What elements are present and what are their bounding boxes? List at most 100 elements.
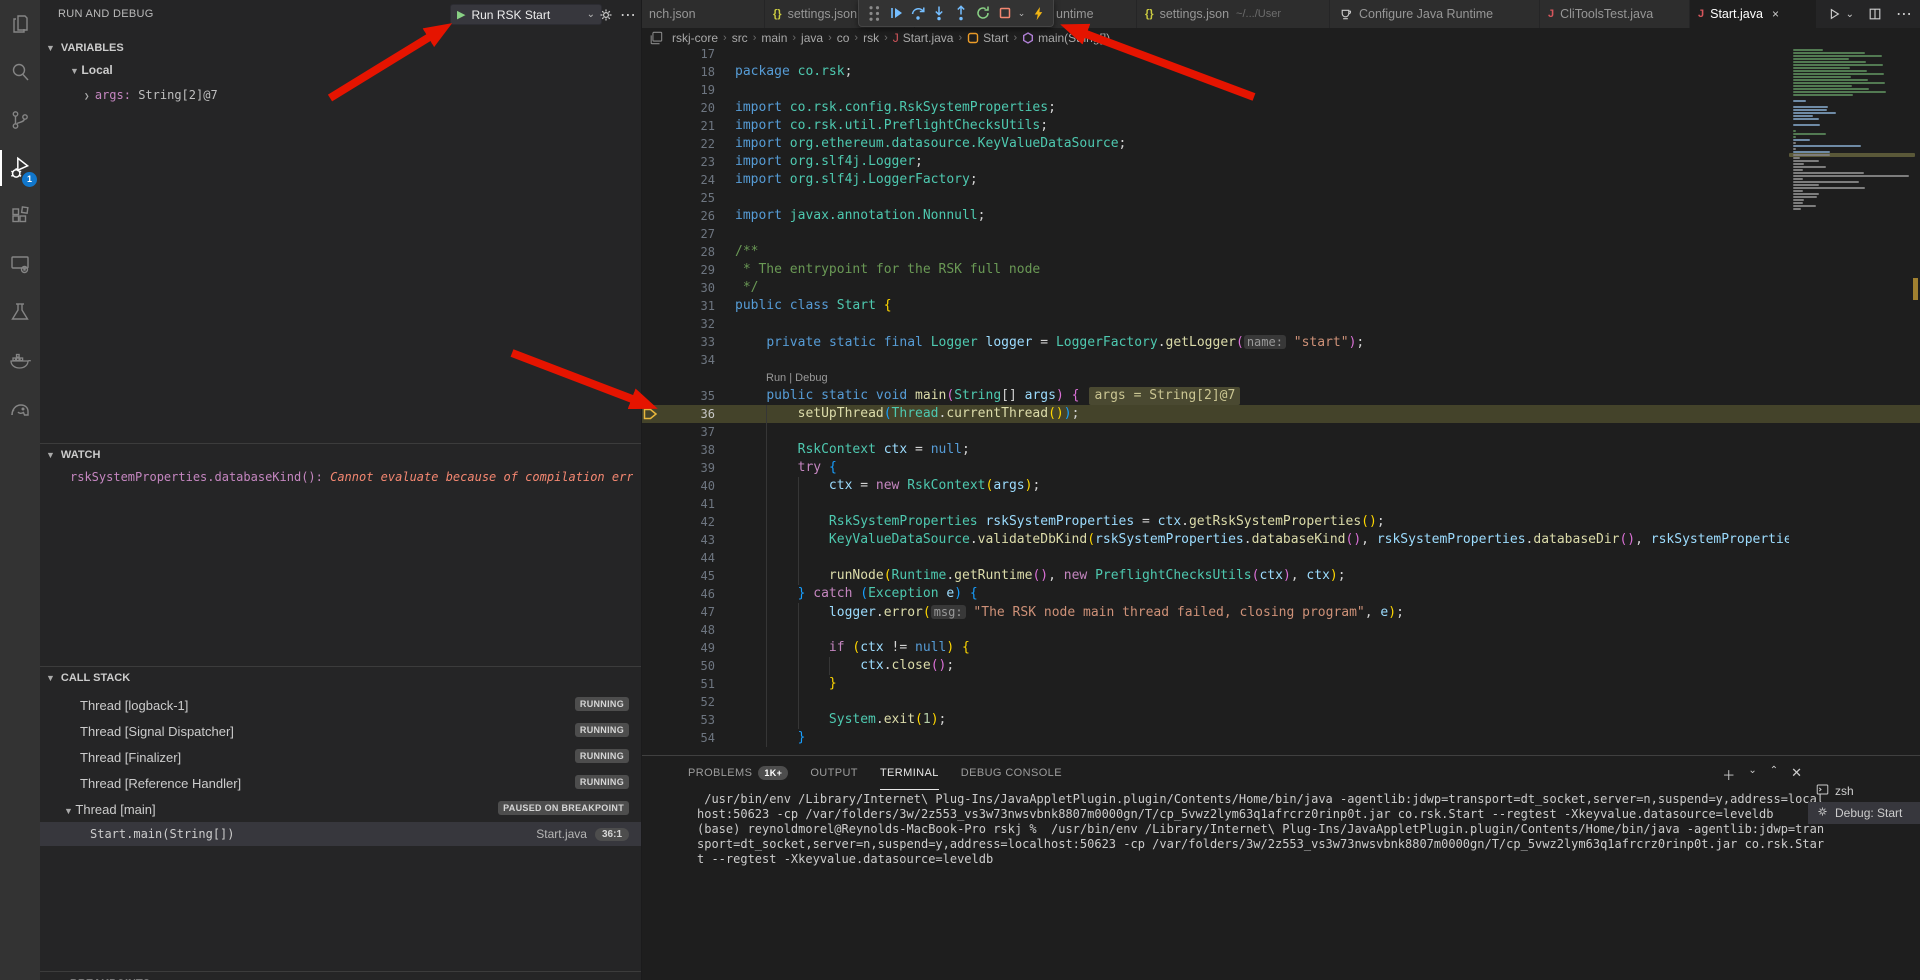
- tab-launch-json[interactable]: nch.json: [641, 0, 765, 28]
- code-line-19[interactable]: 19: [641, 81, 1920, 99]
- line-number[interactable]: 53: [641, 711, 715, 729]
- code-line-37[interactable]: 37: [641, 423, 1920, 441]
- watch-expression[interactable]: rskSystemProperties.databaseKind(): Cann…: [70, 470, 633, 484]
- tab-start-java[interactable]: J Start.java ×: [1690, 0, 1817, 28]
- code-line-42[interactable]: 42 RskSystemProperties rskSystemProperti…: [641, 513, 1920, 531]
- code-line-35[interactable]: 35 public static void main(String[] args…: [641, 387, 1920, 405]
- tab-debug-console[interactable]: DEBUG CONSOLE: [961, 756, 1062, 790]
- stop-chevron-icon[interactable]: ⌄: [1018, 8, 1026, 19]
- line-number[interactable]: 46: [641, 585, 715, 603]
- step-out-button[interactable]: [950, 2, 972, 25]
- sidebar-item-gradle[interactable]: [0, 384, 40, 432]
- sidebar-item-testing[interactable]: [0, 288, 40, 336]
- breakpoints-section-header[interactable]: BREAKPOINTS: [40, 971, 641, 980]
- line-number[interactable]: 28: [641, 243, 715, 261]
- launch-config-dropdown[interactable]: ▶ Run RSK Start ⌄: [450, 4, 602, 25]
- sidebar-item-extensions[interactable]: [0, 192, 40, 240]
- code-line-30[interactable]: 30 */: [641, 279, 1920, 297]
- tab-configure-java-runtime[interactable]: Configure Java Runtime: [1330, 0, 1540, 28]
- code-line-39[interactable]: 39 try {: [641, 459, 1920, 477]
- tab-problems[interactable]: PROBLEMS 1K+: [688, 756, 788, 790]
- breadcrumb-item[interactable]: co: [837, 31, 850, 45]
- line-number[interactable]: 29: [641, 261, 715, 279]
- code-line-54[interactable]: 54 }: [641, 729, 1920, 747]
- line-number[interactable]: 31: [641, 297, 715, 315]
- line-number[interactable]: 51: [641, 675, 715, 693]
- tab-settings-json-user[interactable]: {} settings.json ~/.../User: [1137, 0, 1330, 28]
- code-line-38[interactable]: 38 RskContext ctx = null;: [641, 441, 1920, 459]
- line-number[interactable]: 34: [641, 351, 715, 369]
- code-line-18[interactable]: 18package co.rsk;: [641, 63, 1920, 81]
- open-changes-icon[interactable]: [649, 31, 663, 45]
- line-number[interactable]: 54: [641, 729, 715, 747]
- restart-button[interactable]: [972, 2, 994, 25]
- line-number[interactable]: 52: [641, 693, 715, 711]
- line-number[interactable]: 18: [641, 63, 715, 81]
- line-number[interactable]: 27: [641, 225, 715, 243]
- step-into-button[interactable]: [928, 2, 950, 25]
- code-line-45[interactable]: 45 runNode(Runtime.getRuntime(), new Pre…: [641, 567, 1920, 585]
- stop-button[interactable]: [994, 2, 1016, 25]
- line-number[interactable]: 41: [641, 495, 715, 513]
- minimap[interactable]: [1789, 48, 1915, 755]
- code-line-17[interactable]: 17: [641, 48, 1920, 63]
- breadcrumb-item[interactable]: src: [732, 31, 748, 45]
- call-stack-section-header[interactable]: ▼ CALL STACK: [40, 666, 641, 689]
- code-line-44[interactable]: 44: [641, 549, 1920, 567]
- code-line-43[interactable]: 43 KeyValueDataSource.validateDbKind(rsk…: [641, 531, 1920, 549]
- close-panel-icon[interactable]: ✕: [1791, 765, 1802, 784]
- sidebar-item-search[interactable]: [0, 48, 40, 96]
- continue-button[interactable]: [885, 2, 907, 25]
- new-terminal-icon[interactable]: ＋: [1722, 765, 1735, 784]
- variables-section-header[interactable]: ▼ VARIABLES: [40, 36, 641, 59]
- toolbar-drag-grip[interactable]: [863, 2, 885, 25]
- line-number[interactable]: 49: [641, 639, 715, 657]
- line-number[interactable]: 44: [641, 549, 715, 567]
- code-line-46[interactable]: 46 } catch (Exception e) {: [641, 585, 1920, 603]
- hot-code-replace-button[interactable]: [1027, 2, 1049, 25]
- line-number[interactable]: 45: [641, 567, 715, 585]
- views-more-button[interactable]: ⋯: [618, 5, 638, 25]
- code-line-31[interactable]: 31public class Start {: [641, 297, 1920, 315]
- breadcrumb-item[interactable]: main: [761, 31, 787, 45]
- code-line-51[interactable]: 51 }: [641, 675, 1920, 693]
- code-line-28[interactable]: 28/**: [641, 243, 1920, 261]
- more-actions-icon[interactable]: ⋯: [1896, 4, 1912, 24]
- line-number[interactable]: 37: [641, 423, 715, 441]
- codelens-row[interactable]: Run | Debug: [641, 369, 1920, 387]
- line-number[interactable]: 42: [641, 513, 715, 531]
- terminal-output[interactable]: /usr/bin/env /Library/Internet\ Plug-Ins…: [697, 792, 1795, 867]
- debug-settings-gear-button[interactable]: [596, 5, 616, 25]
- code-line-21[interactable]: 21import co.rsk.util.PreflightChecksUtil…: [641, 117, 1920, 135]
- breadcrumb-item[interactable]: rsk: [863, 31, 879, 45]
- line-number[interactable]: 32: [641, 315, 715, 333]
- line-number[interactable]: 39: [641, 459, 715, 477]
- line-number[interactable]: 38: [641, 441, 715, 459]
- line-number[interactable]: 25: [641, 189, 715, 207]
- code-line-52[interactable]: 52: [641, 693, 1920, 711]
- code-line-32[interactable]: 32: [641, 315, 1920, 333]
- code-editor[interactable]: 1718package co.rsk;1920import co.rsk.con…: [641, 48, 1920, 755]
- code-line-50[interactable]: 50 ctx.close();: [641, 657, 1920, 675]
- tab-clitoolstest-java[interactable]: J CliToolsTest.java: [1540, 0, 1690, 28]
- sidebar-item-run-and-debug[interactable]: 1: [0, 144, 40, 192]
- line-number[interactable]: 21: [641, 117, 715, 135]
- line-number[interactable]: 43: [641, 531, 715, 549]
- code-line-49[interactable]: 49 if (ctx != null) {: [641, 639, 1920, 657]
- line-number[interactable]: 24: [641, 171, 715, 189]
- line-number[interactable]: 47: [641, 603, 715, 621]
- call-stack-thread[interactable]: Thread [logback-1]RUNNING: [40, 692, 641, 718]
- sidebar-item-source-control[interactable]: [0, 96, 40, 144]
- code-line-33[interactable]: 33 private static final Logger logger = …: [641, 333, 1920, 351]
- call-stack-frame[interactable]: Start.main(String[])Start.java36:1: [40, 822, 641, 846]
- breadcrumb-file[interactable]: Start.java: [903, 31, 954, 45]
- maximize-panel-icon[interactable]: ⌃: [1770, 765, 1778, 784]
- code-line-47[interactable]: 47 logger.error(msg: "The RSK node main …: [641, 603, 1920, 621]
- variables-scope-local[interactable]: ▼ Local: [70, 63, 113, 77]
- split-editor-icon[interactable]: [1868, 7, 1882, 21]
- sidebar-item-remote-explorer[interactable]: [0, 240, 40, 288]
- chevron-down-icon[interactable]: ⌄: [1846, 9, 1854, 20]
- code-line-40[interactable]: 40 ctx = new RskContext(args);: [641, 477, 1920, 495]
- code-line-34[interactable]: 34: [641, 351, 1920, 369]
- line-number[interactable]: 33: [641, 333, 715, 351]
